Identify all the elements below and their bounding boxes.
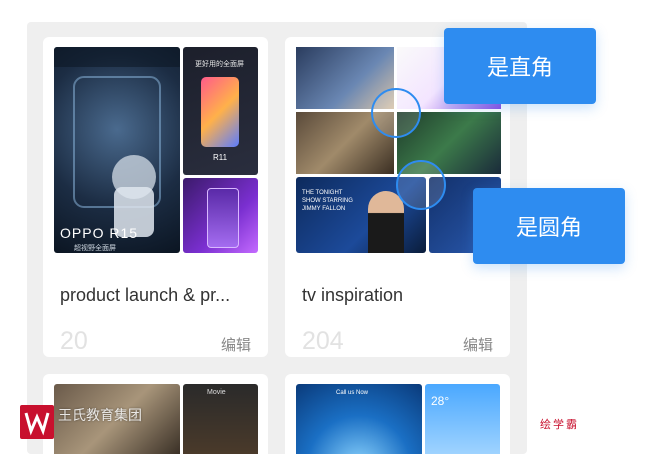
- phone-caption-text: 更好用的全面屏: [195, 61, 244, 68]
- phone-model-text: R11: [213, 153, 228, 162]
- oppo-brand-text: OPPO R15: [60, 225, 139, 241]
- right-angle-zoom-ring: [371, 88, 421, 138]
- thumbnail-oppo-r15: OPPO R15 超视野全面屏: [54, 47, 180, 253]
- edit-button[interactable]: 编辑: [221, 334, 251, 355]
- collection-card-bottom-right[interactable]: Call us Now 28°: [285, 374, 510, 454]
- thumbnail-phone-pink: 更好用的全面屏 R11: [183, 47, 258, 175]
- watermark-brand-text: 王氏教育集团: [58, 407, 142, 423]
- weather-temp: 28°: [431, 394, 450, 408]
- card-title[interactable]: product launch & pr...: [60, 285, 255, 306]
- rounded-corner-zoom-ring: [396, 160, 446, 210]
- web-banner-text: Call us Now: [336, 390, 369, 396]
- card-title[interactable]: tv inspiration: [302, 285, 497, 306]
- host-figure: [368, 191, 404, 253]
- brand-logo-icon: [20, 405, 54, 439]
- phone-device: [207, 188, 239, 248]
- oppo-sub-text: 超视野全面屏: [74, 245, 116, 252]
- thumbnail-weather-app: 28°: [425, 384, 500, 454]
- logo-mark: [24, 412, 50, 436]
- card-count: 204: [302, 327, 344, 355]
- movie-app-label: Movie: [207, 389, 226, 396]
- edit-button[interactable]: 编辑: [463, 334, 493, 355]
- collection-card-product-launch[interactable]: OPPO R15 超视野全面屏 更好用的全面屏 R11 product laun…: [43, 37, 268, 357]
- card-count: 20: [60, 327, 88, 355]
- callout-right-angle: 是直角: [444, 28, 596, 104]
- spaceship-illustration: [54, 47, 180, 237]
- thumbnail-phone-purple: [183, 178, 258, 253]
- thumbnail-movie-app: Movie: [183, 384, 258, 454]
- tv-headline-text: THE TONIGHT SHOW STARRING JIMMY FALLON: [302, 190, 353, 212]
- callout-rounded-corner: 是圆角: [473, 188, 625, 264]
- thumbnail-web-blue: Call us Now: [296, 384, 422, 454]
- watermark-right-text: 绘学霸: [540, 419, 579, 431]
- phone-screen: [201, 77, 239, 147]
